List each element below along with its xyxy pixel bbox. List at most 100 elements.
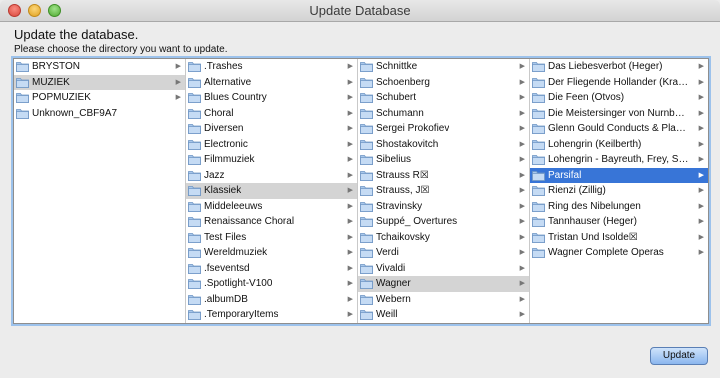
folder-row[interactable]: Sergei Prokofiev ▶ — [358, 121, 529, 137]
folder-row[interactable]: Jazz ▶ — [186, 168, 357, 184]
disclosure-arrow-icon: ▶ — [698, 78, 704, 86]
folder-row[interactable]: Stravinsky ▶ — [358, 199, 529, 215]
title-bar[interactable]: Update Database — [0, 0, 720, 22]
folder-row[interactable]: Diversen ▶ — [186, 121, 357, 137]
browser-column-1[interactable]: BRYSTON ▶ MUZIEK ▶ POPMUZIEK ▶ Unknown_CBF9A7 — [14, 59, 186, 323]
folder-label: Diversen — [204, 123, 244, 134]
folder-icon — [532, 216, 545, 227]
disclosure-arrow-icon: ▶ — [698, 202, 704, 210]
folder-row[interactable]: Middeleeuws ▶ — [186, 199, 357, 215]
folder-row[interactable]: Klassiek ▶ — [186, 183, 357, 199]
folder-label: Stravinsky — [376, 200, 423, 212]
folder-icon — [532, 92, 545, 103]
folder-row[interactable]: Webern ▶ — [358, 292, 529, 308]
folder-row[interactable]: Tannhauser (Heger) ▶ — [530, 214, 708, 230]
folder-row[interactable]: Parsifal ▶ — [530, 167, 708, 183]
folder-row[interactable]: Test Files ▶ — [186, 230, 357, 246]
disclosure-arrow-icon: ▶ — [347, 125, 353, 132]
folder-row[interactable]: Unknown_CBF9A7 — [14, 106, 185, 122]
folder-label: Tchaikovsky — [376, 231, 430, 243]
disclosure-arrow-icon: ▶ — [347, 156, 353, 163]
folder-label: .Spotlight-V100 — [204, 278, 273, 289]
folder-row[interactable]: Schumann ▶ — [358, 106, 529, 122]
disclosure-arrow-icon: ▶ — [698, 171, 704, 179]
folder-row[interactable]: MUZIEK ▶ — [14, 74, 185, 90]
disclosure-arrow-icon: ▶ — [347, 63, 353, 70]
folder-row[interactable]: .TemporaryItems ▶ — [186, 307, 357, 323]
disclosure-arrow-icon: ▶ — [519, 171, 525, 179]
folder-row[interactable]: Ring des Nibelungen ▶ — [530, 199, 708, 215]
folder-row[interactable]: .Spotlight-V100 ▶ — [186, 276, 357, 292]
folder-row[interactable]: Blues Country ▶ — [186, 90, 357, 106]
folder-row[interactable]: BRYSTON ▶ — [14, 59, 185, 75]
folder-row[interactable]: Die Feen (Otvos) ▶ — [530, 90, 708, 106]
disclosure-arrow-icon: ▶ — [175, 78, 181, 86]
folder-row[interactable]: Lohengrin (Keilberth) ▶ — [530, 137, 708, 153]
folder-icon — [360, 123, 373, 134]
folder-row[interactable]: Suppé_ Overtures ▶ — [358, 214, 529, 230]
disclosure-arrow-icon: ▶ — [347, 171, 353, 179]
update-button[interactable]: Update — [650, 347, 708, 365]
folder-label: .TemporaryItems — [204, 309, 279, 320]
folder-icon — [188, 123, 201, 134]
folder-label: Strauss, J☒ — [376, 185, 430, 196]
folder-icon — [360, 309, 373, 320]
folder-row[interactable]: Schnittke ▶ — [358, 59, 529, 75]
folder-row[interactable]: Das Liebesverbot (Heger) ▶ — [530, 59, 708, 75]
folder-row[interactable]: Sibelius ▶ — [358, 152, 529, 168]
folder-row[interactable]: Wagner Complete Operas ▶ — [530, 245, 708, 261]
folder-icon — [188, 170, 201, 181]
folder-row[interactable]: Schoenberg ▶ — [358, 75, 529, 91]
folder-row[interactable]: Alternative ▶ — [186, 75, 357, 91]
folder-row[interactable]: Verdi ▶ — [358, 245, 529, 261]
folder-label: Webern — [376, 293, 411, 305]
disclosure-arrow-icon: ▶ — [519, 295, 525, 303]
folder-label: Strauss R☒ — [376, 169, 429, 181]
folder-row[interactable]: Renaissance Choral ▶ — [186, 214, 357, 230]
window-title: Update Database — [309, 3, 411, 18]
folder-icon — [188, 278, 201, 289]
directory-column-browser[interactable]: BRYSTON ▶ MUZIEK ▶ POPMUZIEK ▶ Unknown_CBF9A7 … — [13, 58, 709, 324]
folder-row[interactable]: Shostakovitch ▶ — [358, 137, 529, 153]
folder-label: Shostakovitch — [376, 138, 439, 150]
disclosure-arrow-icon: ▶ — [519, 156, 525, 163]
disclosure-arrow-icon: ▶ — [519, 264, 525, 272]
folder-row[interactable]: Lohengrin - Bayreuth, Frey, St… ▶ — [530, 152, 708, 168]
folder-row[interactable]: Glenn Gould Conducts & Plays W… ▶ — [530, 121, 708, 137]
folder-row[interactable]: Der Fliegende Hollander (Krauss) ▶ — [530, 75, 708, 91]
folder-icon — [16, 77, 29, 88]
folder-row[interactable]: Filmmuziek ▶ — [186, 152, 357, 168]
browser-column-4[interactable]: Das Liebesverbot (Heger) ▶ Der Fliegende H… — [530, 59, 708, 323]
folder-row[interactable]: Die Meistersinger von Nurnber… ▶ — [530, 106, 708, 122]
folder-row[interactable]: Strauss R☒ ▶ — [358, 168, 529, 184]
folder-row[interactable]: POPMUZIEK ▶ — [14, 90, 185, 106]
folder-label: Electronic — [204, 138, 248, 150]
folder-row[interactable]: Vivaldi ▶ — [358, 261, 529, 277]
folder-label: Die Feen (Otvos) — [548, 92, 625, 103]
folder-row[interactable]: Weill ▶ — [358, 307, 529, 323]
folder-icon — [360, 92, 373, 103]
folder-row[interactable]: Tristan Und Isolde☒ ▶ — [530, 230, 708, 246]
disclosure-arrow-icon: ▶ — [347, 94, 353, 101]
folder-row[interactable]: Wereldmuziek ▶ — [186, 245, 357, 261]
folder-icon — [360, 77, 373, 88]
folder-row[interactable]: .albumDB ▶ — [186, 292, 357, 308]
folder-icon — [188, 61, 201, 72]
folder-label: .albumDB — [204, 293, 248, 305]
folder-row[interactable]: Wagner ▶ — [358, 276, 529, 292]
folder-row[interactable]: Choral ▶ — [186, 106, 357, 122]
folder-row[interactable]: Tchaikovsky ▶ — [358, 230, 529, 246]
folder-label: .Trashes — [204, 61, 243, 72]
disclosure-arrow-icon: ▶ — [519, 233, 525, 241]
folder-row[interactable]: Strauss, J☒ ▶ — [358, 183, 529, 199]
folder-label: POPMUZIEK — [32, 92, 91, 103]
browser-column-2[interactable]: .Trashes ▶ Alternative ▶ Blues Country ▶ Chora… — [186, 59, 358, 323]
folder-row[interactable]: Electronic ▶ — [186, 137, 357, 153]
folder-row[interactable]: Schubert ▶ — [358, 90, 529, 106]
browser-column-3[interactable]: Schnittke ▶ Schoenberg ▶ Schubert ▶ Schumann ▶ S… — [358, 59, 530, 323]
folder-label: Renaissance Choral — [204, 216, 295, 227]
folder-row[interactable]: Rienzi (Zillig) ▶ — [530, 183, 708, 199]
folder-row[interactable]: .fseventsd ▶ — [186, 261, 357, 277]
folder-icon — [532, 61, 545, 72]
folder-row[interactable]: .Trashes ▶ — [186, 59, 357, 75]
